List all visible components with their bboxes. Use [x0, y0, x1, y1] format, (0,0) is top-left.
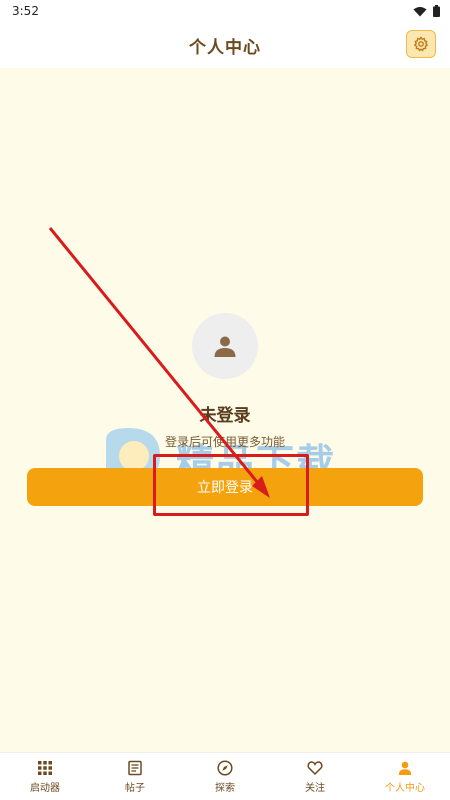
tab-launcher[interactable]: 启动器 [0, 753, 90, 800]
page-title: 个人中心 [189, 37, 261, 58]
settings-button[interactable] [406, 30, 436, 58]
compass-icon [217, 759, 233, 776]
status-time: 3:52 [12, 4, 39, 18]
avatar[interactable] [192, 313, 258, 379]
tab-explore[interactable]: 探索 [180, 753, 270, 800]
person-icon [214, 336, 236, 357]
app-header: 个人中心 [0, 22, 450, 68]
tab-label: 个人中心 [385, 782, 425, 794]
login-status-text: 未登录 [199, 406, 251, 426]
tab-profile[interactable]: 个人中心 [360, 753, 450, 800]
heart-icon [307, 760, 323, 775]
wifi-icon [413, 6, 427, 16]
tab-label: 帖子 [125, 782, 145, 794]
tab-follow[interactable]: 关注 [270, 753, 360, 800]
status-icons [413, 5, 440, 17]
annotation-highlight-box [153, 454, 309, 516]
tab-label: 探索 [215, 782, 235, 794]
bottom-tab-bar: 启动器 帖子 探索 关注 个人中心 [0, 752, 450, 800]
tab-label: 关注 [305, 782, 325, 794]
grid-icon [38, 760, 52, 775]
login-hint-text: 登录后可使用更多功能 [164, 435, 285, 449]
status-bar: 3:52 [0, 0, 450, 22]
gear-icon [413, 36, 429, 52]
person-icon [398, 761, 412, 775]
tab-posts[interactable]: 帖子 [90, 753, 180, 800]
battery-icon [433, 5, 440, 17]
document-icon [128, 760, 142, 775]
tab-label: 启动器 [30, 782, 60, 794]
profile-content: 精品下载 www.jpxz.com 未登录 登录后可使用更多功能 立即登录 [0, 68, 450, 752]
